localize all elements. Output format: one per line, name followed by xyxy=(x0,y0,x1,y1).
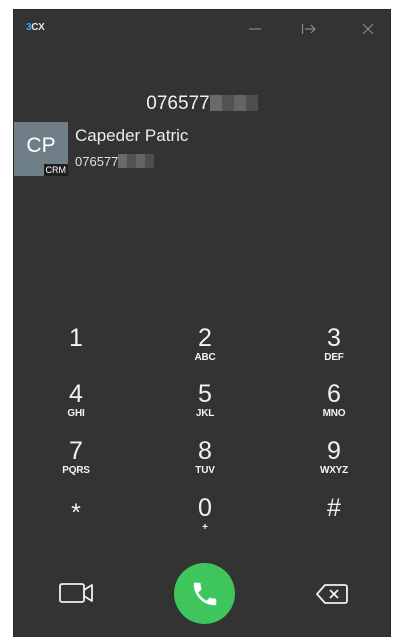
contact-number: 076577 xyxy=(75,154,155,169)
popout-button[interactable] xyxy=(295,18,323,40)
key-1[interactable]: 1 xyxy=(26,324,126,378)
key-letters: TUV xyxy=(195,465,215,476)
key-9[interactable]: 9 WXYZ xyxy=(284,437,384,491)
key-4[interactable]: 4 GHI xyxy=(26,380,126,434)
key-hash[interactable]: # xyxy=(284,494,384,548)
key-digit: # xyxy=(327,494,341,522)
dialer-window: 3CX 076577 CP CRM Capeder Patric 076577 … xyxy=(14,10,390,637)
contact-name: Capeder Patric xyxy=(75,126,189,145)
key-digit: 3 xyxy=(327,324,341,352)
redacted-block xyxy=(209,95,258,111)
action-bar xyxy=(14,563,390,627)
key-letters: JKL xyxy=(195,408,215,419)
key-star[interactable]: * xyxy=(26,494,126,548)
video-call-button[interactable] xyxy=(58,581,96,610)
key-digit: * xyxy=(71,499,81,527)
popout-icon xyxy=(301,24,316,34)
key-letters: DEF xyxy=(324,352,344,363)
key-digit: 8 xyxy=(198,437,212,465)
minimize-button[interactable] xyxy=(241,18,269,40)
minimize-icon xyxy=(249,28,261,30)
key-letters: + xyxy=(202,522,208,533)
phone-icon xyxy=(193,582,216,605)
dialed-number: 076577 xyxy=(14,93,390,115)
key-0[interactable]: 0 + xyxy=(155,494,255,548)
close-icon xyxy=(362,23,374,35)
avatar-initials: CP xyxy=(26,134,56,157)
key-6[interactable]: 6 MNO xyxy=(284,380,384,434)
key-digit: 9 xyxy=(327,437,341,465)
redacted-block xyxy=(118,154,155,168)
key-digit: 5 xyxy=(198,380,212,408)
key-letters: PQRS xyxy=(62,465,90,476)
key-letters: MNO xyxy=(322,408,346,419)
key-letters: GHI xyxy=(67,408,85,419)
key-letters: WXYZ xyxy=(319,465,349,476)
key-5[interactable]: 5 JKL xyxy=(155,380,255,434)
crm-badge: CRM xyxy=(43,164,68,176)
video-camera-icon xyxy=(59,583,93,603)
key-digit: 0 xyxy=(198,494,212,522)
key-letters: ABC xyxy=(194,352,216,363)
key-digit: 4 xyxy=(69,380,83,408)
logo-suffix: CX xyxy=(31,22,45,33)
key-digit: 6 xyxy=(327,380,341,408)
dialed-number-text: 076577 xyxy=(146,93,210,114)
key-3[interactable]: 3 DEF xyxy=(284,324,384,378)
key-2[interactable]: 2 ABC xyxy=(155,324,255,378)
key-7[interactable]: 7 PQRS xyxy=(26,437,126,491)
key-digit: 1 xyxy=(69,324,83,352)
backspace-button[interactable] xyxy=(315,583,349,610)
close-button[interactable] xyxy=(354,18,382,40)
avatar: CP CRM xyxy=(14,122,68,176)
contact-match[interactable]: CP CRM Capeder Patric 076577 xyxy=(14,122,390,182)
contact-number-text: 076577 xyxy=(75,154,119,169)
key-digit: 7 xyxy=(69,437,83,465)
app-logo: 3CX xyxy=(26,22,45,33)
key-digit: 2 xyxy=(198,324,212,352)
title-bar: 3CX xyxy=(14,10,390,46)
call-button[interactable] xyxy=(174,563,235,624)
key-8[interactable]: 8 TUV xyxy=(155,437,255,491)
backspace-icon xyxy=(316,584,348,604)
